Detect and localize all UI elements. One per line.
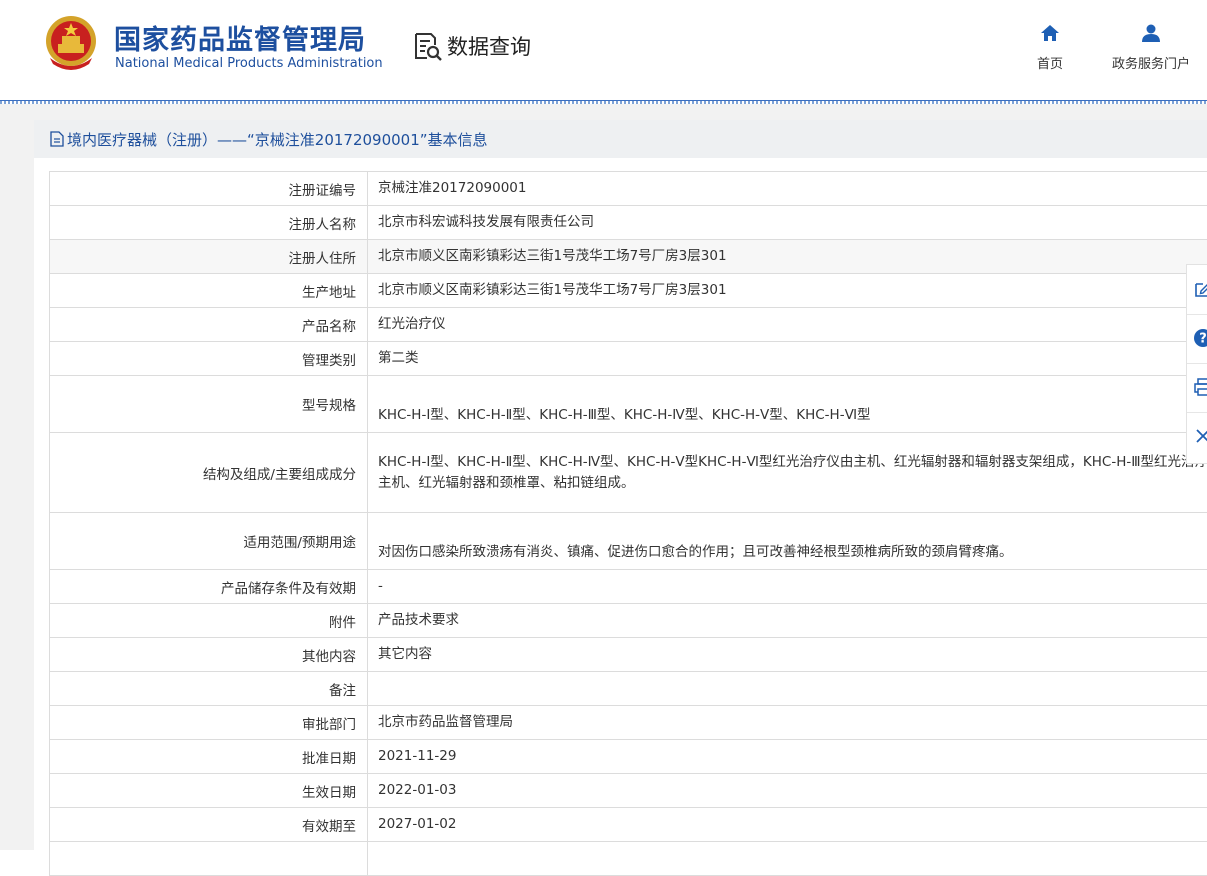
table-row <box>50 842 1207 876</box>
table-row: 注册人住所北京市顺义区南彩镇彩达三街1号茂华工场7号厂房3层301 <box>50 240 1207 274</box>
row-label: 结构及组成/主要组成成分 <box>50 433 368 513</box>
user-icon <box>1140 22 1162 44</box>
row-value: 产品技术要求 <box>368 604 1207 638</box>
home-icon <box>1039 22 1061 44</box>
table-row: 附件产品技术要求 <box>50 604 1207 638</box>
site-title-en[interactable]: National Medical Products Administration <box>115 56 383 71</box>
document-icon <box>50 131 64 147</box>
row-label: 有效期至 <box>50 808 368 842</box>
table-row: 型号规格KHC-H-Ⅰ型、KHC-H-Ⅱ型、KHC-H-Ⅲ型、KHC-H-Ⅳ型、… <box>50 376 1207 433</box>
row-label: 注册人名称 <box>50 206 368 240</box>
close-icon <box>1193 426 1207 446</box>
help-icon: ? <box>1193 328 1207 348</box>
row-value: 对因伤口感染所致溃疡有消炎、镇痛、促进伤口愈合的作用；且可改善神经根型颈椎病所致… <box>368 513 1207 570</box>
side-toolbar: ? <box>1186 264 1207 464</box>
row-label <box>50 842 368 876</box>
row-label: 型号规格 <box>50 376 368 433</box>
row-value: - <box>368 570 1207 604</box>
row-label: 注册证编号 <box>50 172 368 206</box>
print-tool-button[interactable] <box>1187 363 1207 413</box>
row-label: 其他内容 <box>50 638 368 672</box>
table-row: 注册人名称北京市科宏诚科技发展有限责任公司 <box>50 206 1207 240</box>
panel-title: 境内医疗器械（注册）——“京械注准20172090001”基本信息 <box>34 120 1207 158</box>
row-value: 京械注准20172090001 <box>368 172 1207 206</box>
help-tool-button[interactable]: ? <box>1187 314 1207 364</box>
close-tool-button[interactable] <box>1187 412 1207 462</box>
table-row: 备注 <box>50 672 1207 706</box>
table-row: 有效期至2027-01-02 <box>50 808 1207 842</box>
table-row: 其他内容其它内容 <box>50 638 1207 672</box>
row-label: 附件 <box>50 604 368 638</box>
row-label: 生产地址 <box>50 274 368 308</box>
data-query-label: 数据查询 <box>447 31 531 61</box>
table-row: 管理类别第二类 <box>50 342 1207 376</box>
row-label: 适用范围/预期用途 <box>50 513 368 570</box>
row-value: 2022-01-03 <box>368 774 1207 808</box>
nav-portal-label: 政务服务门户 <box>1112 53 1190 72</box>
edit-tool-button[interactable] <box>1187 265 1207 315</box>
data-query-link[interactable]: 数据查询 <box>412 29 531 63</box>
national-emblem-icon <box>44 14 98 72</box>
row-label: 产品储存条件及有效期 <box>50 570 368 604</box>
detail-panel: 境内医疗器械（注册）——“京械注准20172090001”基本信息 注册证编号京… <box>34 120 1207 850</box>
print-icon <box>1193 377 1207 397</box>
row-value: 北京市药品监督管理局 <box>368 706 1207 740</box>
row-label: 备注 <box>50 672 368 706</box>
row-label: 生效日期 <box>50 774 368 808</box>
row-label: 审批部门 <box>50 706 368 740</box>
document-search-icon <box>412 30 444 62</box>
svg-text:?: ? <box>1199 332 1207 347</box>
edit-icon <box>1193 279 1207 299</box>
site-title-cn[interactable]: 国家药品监督管理局 <box>114 18 366 57</box>
row-label: 管理类别 <box>50 342 368 376</box>
nav-home[interactable]: 首页 <box>1030 22 1070 72</box>
table-row: 适用范围/预期用途对因伤口感染所致溃疡有消炎、镇痛、促进伤口愈合的作用；且可改善… <box>50 513 1207 570</box>
row-value: 北京市顺义区南彩镇彩达三街1号茂华工场7号厂房3层301 <box>368 240 1207 274</box>
table-row: 生产地址北京市顺义区南彩镇彩达三街1号茂华工场7号厂房3层301 <box>50 274 1207 308</box>
row-label: 批准日期 <box>50 740 368 774</box>
row-value: KHC-H-Ⅰ型、KHC-H-Ⅱ型、KHC-H-Ⅳ型、KHC-H-Ⅴ型KHC-H… <box>368 433 1207 513</box>
row-value: 北京市科宏诚科技发展有限责任公司 <box>368 206 1207 240</box>
table-row: 注册证编号京械注准20172090001 <box>50 172 1207 206</box>
table-row: 结构及组成/主要组成成分KHC-H-Ⅰ型、KHC-H-Ⅱ型、KHC-H-Ⅳ型、K… <box>50 433 1207 513</box>
registration-info-table: 注册证编号京械注准20172090001 注册人名称北京市科宏诚科技发展有限责任… <box>49 171 1207 876</box>
row-value: KHC-H-Ⅰ型、KHC-H-Ⅱ型、KHC-H-Ⅲ型、KHC-H-Ⅳ型、KHC-… <box>368 376 1207 433</box>
row-value: 其它内容 <box>368 638 1207 672</box>
panel-title-text: 境内医疗器械（注册）——“京械注准20172090001”基本信息 <box>67 129 488 150</box>
row-label: 产品名称 <box>50 308 368 342</box>
table-row: 生效日期2022-01-03 <box>50 774 1207 808</box>
row-value: 红光治疗仪 <box>368 308 1207 342</box>
table-row: 审批部门北京市药品监督管理局 <box>50 706 1207 740</box>
table-row: 批准日期2021-11-29 <box>50 740 1207 774</box>
row-label: 注册人住所 <box>50 240 368 274</box>
row-value: 2021-11-29 <box>368 740 1207 774</box>
nav-home-label: 首页 <box>1037 53 1063 72</box>
row-value: 北京市顺义区南彩镇彩达三街1号茂华工场7号厂房3层301 <box>368 274 1207 308</box>
row-value: 第二类 <box>368 342 1207 376</box>
row-value <box>368 842 1207 876</box>
site-header: 国家药品监督管理局 National Medical Products Admi… <box>0 0 1207 100</box>
nav-service-portal[interactable]: 政务服务门户 <box>1102 22 1200 72</box>
row-value: 2027-01-02 <box>368 808 1207 842</box>
table-row: 产品储存条件及有效期- <box>50 570 1207 604</box>
row-value <box>368 672 1207 706</box>
table-row: 产品名称红光治疗仪 <box>50 308 1207 342</box>
